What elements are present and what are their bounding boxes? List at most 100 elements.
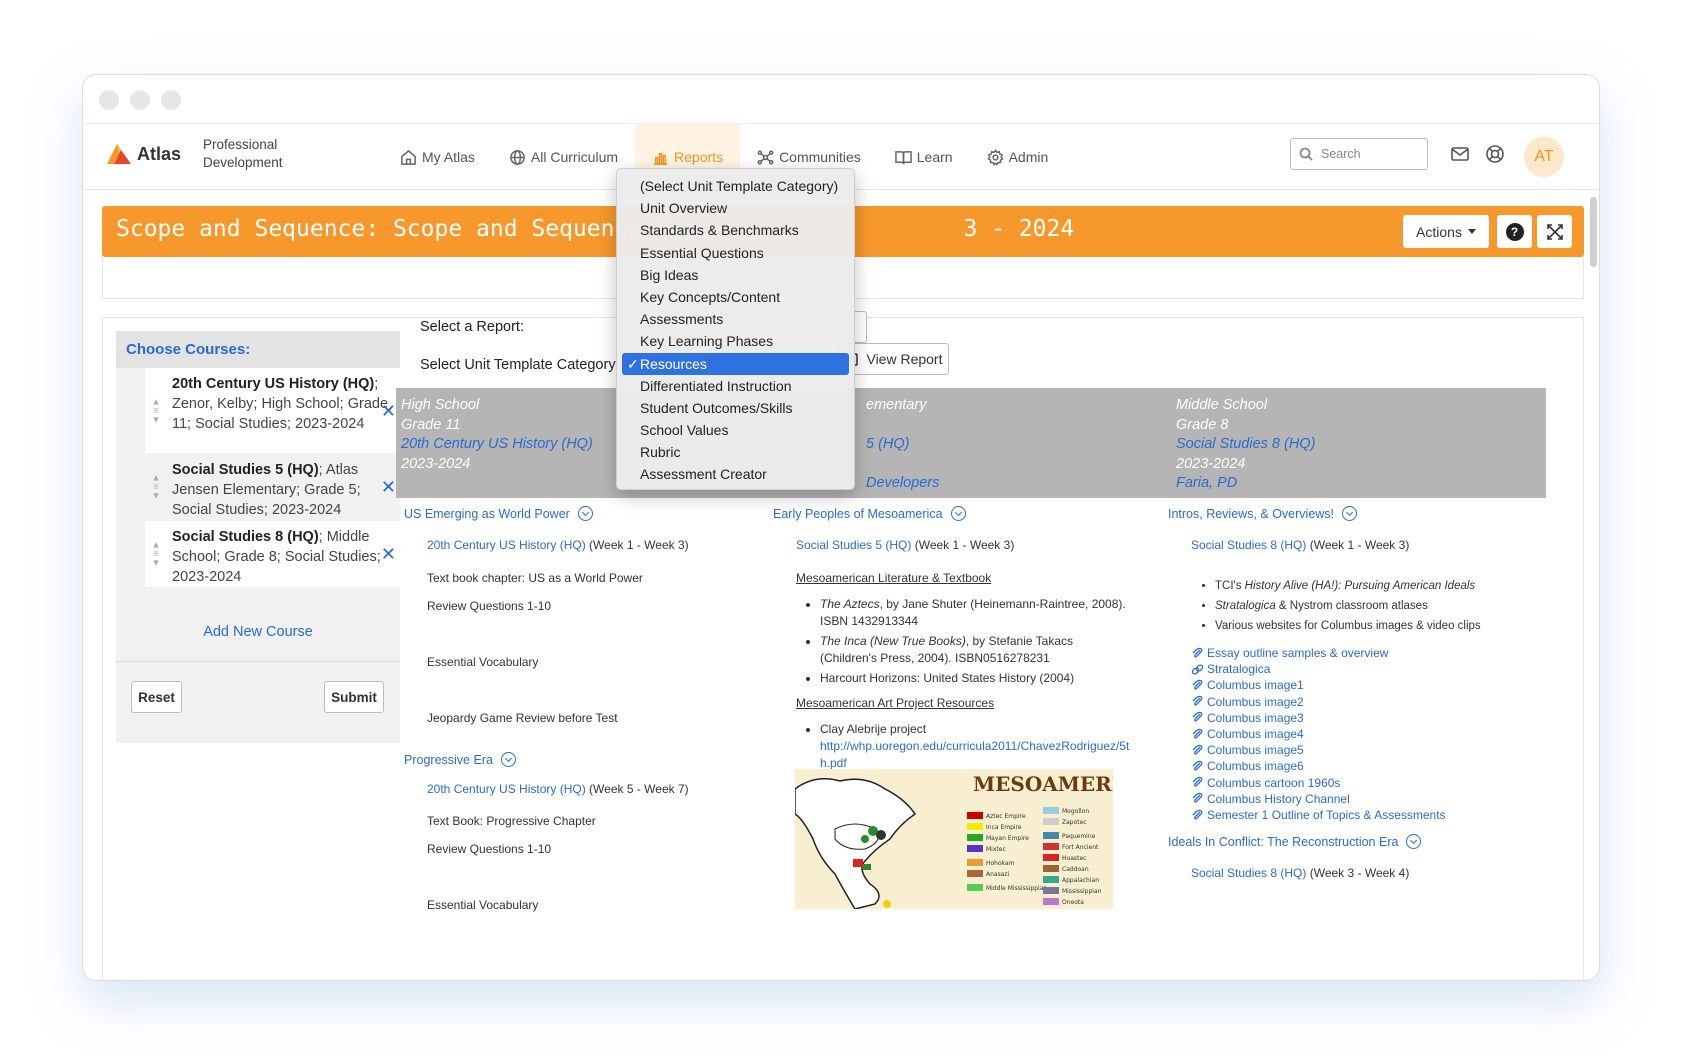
nav-label: Reports xyxy=(674,149,724,165)
nav-all-curriculum[interactable]: All Curriculum xyxy=(492,124,635,190)
help-button[interactable]: ? xyxy=(1497,215,1532,248)
unit-title[interactable]: Progressive Era xyxy=(404,752,764,767)
teacher-link[interactable]: Developers xyxy=(866,474,939,494)
course-link[interactable]: 20th Century US History (HQ) xyxy=(401,435,593,455)
chevron-circle-icon[interactable] xyxy=(1342,506,1358,521)
week-range: (Week 5 - Week 7) xyxy=(585,782,689,796)
course-item[interactable]: ▲ ≡ ▼ Social Studies 5 (HQ); Atlas Jensen … xyxy=(145,454,400,520)
week-range: (Week 3 - Week 4) xyxy=(1306,866,1410,881)
view-report-button[interactable]: View Report xyxy=(839,343,949,375)
unit-week-line: Social Studies 5 (HQ) (Week 1 - Week 3) xyxy=(796,538,1133,552)
attachment-link[interactable]: Semester 1 Outline of Topics & Assessmen… xyxy=(1191,807,1488,823)
remove-course-icon[interactable]: ✕ xyxy=(381,544,396,564)
brand-logo[interactable]: Atlas Professional Development xyxy=(105,136,283,172)
literature-list: The Aztecs, by Jane Shuter (Heinemann-Ra… xyxy=(796,596,1133,687)
search-placeholder: Search xyxy=(1321,147,1361,161)
unit-title[interactable]: US Emerging as World Power xyxy=(404,506,764,521)
remove-course-icon[interactable]: ✕ xyxy=(381,401,396,421)
window-zoom-dot[interactable] xyxy=(161,90,181,110)
unit-title-text: Ideals In Conflict: The Reconstruction E… xyxy=(1168,834,1399,849)
book-icon xyxy=(894,150,912,164)
menu-option[interactable]: Big Ideas xyxy=(617,264,854,286)
menu-option[interactable]: Key Concepts/Content xyxy=(617,286,854,308)
chevron-circle-icon[interactable] xyxy=(577,506,593,521)
attachment-link[interactable]: Columbus image1 xyxy=(1191,677,1488,693)
mail-icon[interactable] xyxy=(1450,144,1470,164)
course-week-link[interactable]: Social Studies 8 (HQ) xyxy=(1191,538,1306,552)
book-title: The Aztecs xyxy=(820,597,880,611)
submit-button[interactable]: Submit xyxy=(324,681,384,713)
menu-option-selected[interactable]: Resources xyxy=(622,352,849,375)
course-week-link[interactable]: Social Studies 5 (HQ) xyxy=(796,538,911,552)
attachment-link[interactable]: Columbus image6 xyxy=(1191,758,1488,774)
teacher-link[interactable]: Faria, PD xyxy=(1176,474,1315,494)
attachment-link[interactable]: Stratalogica xyxy=(1191,661,1488,677)
art-resource-link[interactable]: http://whp.uoregon.edu/curricula2011/Cha… xyxy=(820,739,1129,770)
drag-handle-icon[interactable]: ▲ ≡ ▼ xyxy=(151,397,161,424)
actions-dropdown-button[interactable]: Actions xyxy=(1403,215,1489,248)
nav-my-atlas[interactable]: My Atlas xyxy=(383,124,492,190)
list-item: The Aztecs, by Jane Shuter (Heinemann-Ra… xyxy=(820,596,1133,630)
paperclip-icon xyxy=(1192,679,1203,690)
add-new-course-link[interactable]: Add New Course xyxy=(116,624,400,640)
scrollbar-thumb[interactable] xyxy=(1590,197,1597,267)
unit-title[interactable]: Intros, Reviews, & Overviews! xyxy=(1168,506,1488,521)
menu-option[interactable]: Standards & Benchmarks xyxy=(617,219,854,241)
course-week-link[interactable]: 20th Century US History (HQ) xyxy=(427,538,586,552)
menu-option[interactable]: Unit Overview xyxy=(617,197,854,219)
attachment-label: Essay outline samples & overview xyxy=(1207,646,1389,660)
menu-option[interactable]: Differentiated Instruction xyxy=(617,375,854,397)
menu-option[interactable]: Assessment Creator xyxy=(617,463,854,485)
attachment-link[interactable]: Columbus image3 xyxy=(1191,710,1488,726)
attachment-link[interactable]: Columbus image5 xyxy=(1191,742,1488,758)
nav-label: Learn xyxy=(916,149,953,165)
menu-option[interactable]: Assessments xyxy=(617,308,854,330)
reset-button[interactable]: Reset xyxy=(131,681,182,713)
map-legend-label: Inca Empire xyxy=(986,824,1022,831)
course-item[interactable]: ▲ ≡ ▼ 20th Century US History (HQ); Zenor,… xyxy=(145,368,400,453)
unit-template-category-menu[interactable]: (Select Unit Template Category) Unit Ove… xyxy=(616,168,855,490)
map-legend-label: Hohokam xyxy=(986,860,1015,867)
list-item: Clay Alebrije project http://whp.uoregon.… xyxy=(820,721,1133,772)
attachment-link[interactable]: Columbus image2 xyxy=(1191,694,1488,710)
attachment-link[interactable]: Columbus cartoon 1960s xyxy=(1191,775,1488,791)
help-lifebuoy-icon[interactable] xyxy=(1485,144,1505,164)
remove-course-icon[interactable]: ✕ xyxy=(381,477,396,497)
window-minimize-dot[interactable] xyxy=(130,90,150,110)
course-item[interactable]: ▲ ≡ ▼ Social Studies 8 (HQ); Middle School… xyxy=(145,521,400,587)
drag-handle-icon[interactable]: ▲ ≡ ▼ xyxy=(151,473,161,501)
attachment-link[interactable]: Columbus image4 xyxy=(1191,726,1488,742)
fullscreen-button[interactable] xyxy=(1537,215,1572,248)
menu-option[interactable]: School Values xyxy=(617,419,854,441)
course-link[interactable]: 5 (HQ) xyxy=(866,435,939,455)
attachment-link[interactable]: Columbus History Channel xyxy=(1191,791,1488,807)
window-close-dot[interactable] xyxy=(99,90,119,110)
chevron-circle-icon[interactable] xyxy=(950,506,966,521)
week-range: (Week 1 - Week 3) xyxy=(585,538,689,552)
attachment-label: Columbus History Channel xyxy=(1207,791,1350,806)
chevron-circle-icon[interactable] xyxy=(500,752,516,767)
week-range: (Week 1 - Week 3) xyxy=(1306,538,1410,552)
user-avatar[interactable]: AT xyxy=(1524,137,1564,177)
course-week-link[interactable]: Social Studies 8 (HQ) xyxy=(1191,866,1306,880)
book-title: The Inca (New True Books) xyxy=(820,634,966,648)
attachment-label: Columbus image2 xyxy=(1207,694,1304,709)
course-week-link[interactable]: 20th Century US History (HQ) xyxy=(427,782,586,796)
attachment-link[interactable]: Essay outline samples & overview xyxy=(1191,645,1488,661)
unit-title[interactable]: Early Peoples of Mesoamerica xyxy=(773,506,1133,521)
nav-admin[interactable]: Admin xyxy=(970,124,1066,190)
unit-title[interactable]: Ideals In Conflict: The Reconstruction E… xyxy=(1168,834,1488,850)
course-link[interactable]: Social Studies 8 (HQ) xyxy=(1176,435,1315,455)
year: 2023-2024 xyxy=(401,455,471,472)
chevron-circle-icon[interactable] xyxy=(1406,834,1422,850)
menu-option[interactable]: (Select Unit Template Category) xyxy=(617,175,854,197)
drag-handle-icon[interactable]: ▲ ≡ ▼ xyxy=(151,540,161,568)
grade: Grade 11 xyxy=(401,416,461,433)
nav-learn[interactable]: Learn xyxy=(878,124,970,190)
menu-option[interactable]: Student Outcomes/Skills xyxy=(617,397,854,419)
menu-option[interactable]: Essential Questions xyxy=(617,242,854,264)
menu-option[interactable]: Rubric xyxy=(617,441,854,463)
menu-option[interactable]: Key Learning Phases xyxy=(617,330,854,352)
brand-subtitle-line2: Development xyxy=(203,155,283,170)
search-input[interactable]: Search xyxy=(1290,138,1428,170)
